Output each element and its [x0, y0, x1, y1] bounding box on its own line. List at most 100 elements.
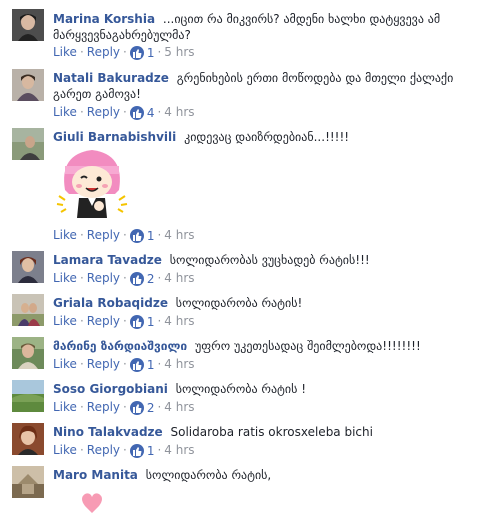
separator: ·	[157, 400, 162, 414]
commenter-name[interactable]: Marina Korshia	[53, 12, 155, 26]
timestamp[interactable]: 4 hrs	[164, 105, 194, 119]
like-link[interactable]: Like	[53, 400, 77, 414]
comment-text: Solidaroba ratis okrosxeleba bichi	[170, 425, 373, 439]
separator: ·	[123, 271, 127, 285]
separator: ·	[157, 228, 162, 242]
comment-body: Lamara Tavadze სოლიდარობას ვუცხადებ რატი…	[53, 252, 492, 268]
separator: ·	[123, 400, 127, 414]
separator: ·	[79, 357, 84, 371]
commenter-name[interactable]: Natali Bakuradze	[53, 71, 169, 85]
like-count-badge[interactable]: 1	[129, 314, 154, 330]
sticker-heart	[55, 492, 129, 513]
separator: ·	[157, 271, 162, 285]
comment-body: Natali Bakuradze გრენიხების ერთი მოწოდებ…	[53, 70, 492, 102]
like-count: 2	[146, 271, 155, 286]
comment-body: Nino Talakvadze Solidaroba ratis okrosxe…	[53, 424, 492, 440]
avatar[interactable]	[12, 466, 44, 498]
separator: ·	[79, 314, 84, 328]
like-thumb-icon	[129, 357, 144, 372]
like-link[interactable]: Like	[53, 228, 77, 242]
comment-body: Marina Korshia ...იცით რა მიკვირს? ამდენ…	[53, 11, 492, 43]
like-count-badge[interactable]: 1	[129, 45, 155, 61]
like-count: 1	[146, 45, 155, 60]
timestamp[interactable]: 5 hrs	[164, 45, 194, 59]
like-count-badge[interactable]: 2	[129, 271, 155, 287]
like-link[interactable]: Like	[53, 45, 77, 59]
separator: ·	[157, 314, 162, 328]
avatar[interactable]	[12, 294, 44, 326]
like-link[interactable]: Like	[53, 443, 77, 457]
avatar[interactable]	[12, 128, 44, 160]
like-thumb-icon	[129, 443, 144, 458]
reply-link[interactable]: Reply	[87, 357, 120, 371]
reply-link[interactable]: Reply	[87, 228, 120, 242]
timestamp[interactable]: 4 hrs	[164, 443, 194, 457]
separator: ·	[157, 45, 162, 59]
like-link[interactable]: Like	[53, 271, 77, 285]
comment-text: სოლიდარობას ვუცხადებ რატის!!!	[169, 253, 370, 267]
commenter-name[interactable]: Nino Talakvadze	[53, 425, 163, 439]
separator: ·	[157, 443, 162, 457]
comment-text: კიდევაც დაიზრდებიან...!!!!!	[184, 130, 350, 144]
avatar[interactable]	[12, 69, 44, 101]
like-count-badge[interactable]: 1	[129, 228, 154, 244]
comment-text: სოლიდარობა რატის,	[145, 468, 272, 482]
like-link[interactable]: Like	[53, 357, 77, 371]
like-count-badge[interactable]: 1	[129, 357, 155, 373]
commenter-name[interactable]: Giuli Barnabishvili	[53, 130, 176, 144]
timestamp[interactable]: 4 hrs	[164, 400, 194, 414]
reply-link[interactable]: Reply	[87, 400, 120, 414]
timestamp[interactable]: 4 hrs	[164, 271, 194, 285]
reply-link[interactable]: Reply	[87, 105, 120, 119]
sticker-pink-hair-girl	[55, 144, 129, 222]
comment-text: სოლიდარობა რატის !	[175, 382, 307, 396]
reply-link[interactable]: Reply	[87, 314, 120, 328]
comment-body: მარინე ზარდიაშვილი უფრო უკეთესადაც შეიმლ…	[53, 338, 492, 354]
like-thumb-icon	[129, 400, 144, 415]
separator: ·	[79, 400, 84, 414]
commenter-name[interactable]: Griala Robaqidze	[53, 296, 168, 310]
like-thumb-icon	[129, 228, 144, 243]
commenter-name[interactable]: Maro Manita	[53, 468, 138, 482]
comment-actions: Like · Reply · 1 · 4 hrs	[53, 227, 195, 243]
avatar[interactable]	[12, 423, 44, 455]
like-link[interactable]: Like	[53, 314, 77, 328]
like-count: 4	[146, 105, 155, 120]
commenter-name[interactable]: Lamara Tavadze	[53, 253, 162, 267]
reply-link[interactable]: Reply	[87, 45, 120, 59]
like-link[interactable]: Like	[53, 105, 77, 119]
comment-actions: Like · Reply · 1 · 5 hrs	[53, 44, 195, 60]
comment-text: უფრო უკეთესადაც შეიმლებოდა!!!!!!!!	[194, 339, 421, 353]
reply-link[interactable]: Reply	[87, 271, 120, 285]
separator: ·	[123, 228, 127, 242]
comment-actions: Like · Reply · 2 · 4 hrs	[53, 399, 195, 415]
like-count: 2	[146, 400, 155, 415]
like-count: 1	[146, 443, 155, 458]
commenter-name[interactable]: Soso Giorgobiani	[53, 382, 168, 396]
separator: ·	[157, 105, 162, 119]
like-count: 1	[146, 357, 155, 372]
commenter-name[interactable]: მარინე ზარდიაშვილი	[53, 339, 187, 353]
reply-link[interactable]: Reply	[87, 443, 120, 457]
comment-text: სოლიდარობა რატის!	[175, 296, 303, 310]
like-count-badge[interactable]: 2	[129, 400, 155, 416]
avatar[interactable]	[12, 251, 44, 283]
separator: ·	[123, 314, 127, 328]
like-thumb-icon	[129, 105, 144, 120]
separator: ·	[79, 105, 84, 119]
separator: ·	[157, 357, 162, 371]
like-count-badge[interactable]: 4	[129, 105, 155, 121]
like-thumb-icon	[129, 314, 144, 329]
separator: ·	[123, 105, 127, 119]
like-thumb-icon	[129, 45, 144, 60]
avatar[interactable]	[12, 9, 44, 41]
timestamp[interactable]: 4 hrs	[164, 314, 194, 328]
like-thumb-icon	[129, 271, 144, 286]
comment-actions: Like · Reply · 4 · 4 hrs	[53, 104, 195, 120]
avatar[interactable]	[12, 380, 44, 412]
like-count-badge[interactable]: 1	[129, 443, 155, 459]
avatar[interactable]	[12, 337, 44, 369]
comment-body: Soso Giorgobiani სოლიდარობა რატის !	[53, 381, 492, 397]
timestamp[interactable]: 4 hrs	[164, 357, 194, 371]
timestamp[interactable]: 4 hrs	[164, 228, 194, 242]
